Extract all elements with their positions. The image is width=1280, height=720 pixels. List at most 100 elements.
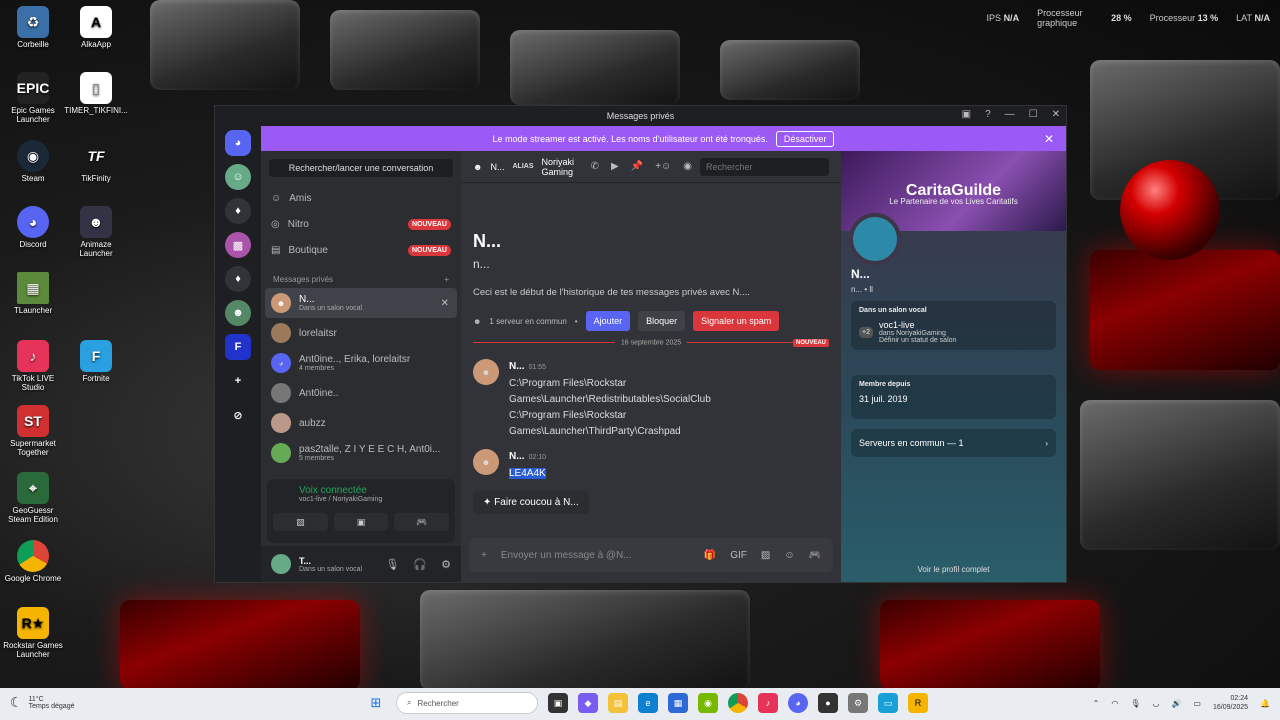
microphone-icon[interactable]: 🎙 bbox=[385, 558, 399, 571]
wave-button[interactable]: ✦ Faire coucou à N... bbox=[473, 491, 589, 514]
desktop-icon-tlauncher[interactable]: ▦ TLauncher bbox=[0, 272, 66, 315]
desktop-icon-supermarket[interactable]: ST Supermarket Together bbox=[0, 405, 66, 457]
volume-icon[interactable]: 🔊 bbox=[1171, 699, 1181, 708]
close-icon[interactable]: ✕ bbox=[1044, 132, 1054, 146]
remote-icon[interactable]: ▭ bbox=[878, 693, 898, 713]
add-server-icon[interactable]: + bbox=[225, 368, 251, 394]
desktop-icon-discord[interactable]: ◕ Discord bbox=[0, 206, 66, 249]
close-dm-icon[interactable]: ✕ bbox=[441, 298, 449, 309]
pin-icon[interactable]: 📌 bbox=[631, 161, 643, 172]
dm-item[interactable]: ☻ N... Dans un salon vocal ✕ bbox=[265, 288, 457, 318]
inbox-icon[interactable]: ▣ bbox=[962, 109, 971, 120]
gif-icon[interactable]: GIF bbox=[730, 550, 747, 561]
nav-nitro[interactable]: ◎ Nitro NOUVEAU bbox=[261, 211, 461, 237]
settings-gear-icon[interactable]: ⚙ bbox=[441, 558, 451, 571]
server-icon[interactable]: ☻ bbox=[225, 300, 251, 326]
desktop-icon-corbeille[interactable]: ♻ Corbeille bbox=[0, 6, 66, 49]
store-icon[interactable]: ▦ bbox=[668, 693, 688, 713]
edge-icon[interactable]: e bbox=[638, 693, 658, 713]
settings-icon[interactable]: ⚙ bbox=[848, 693, 868, 713]
nav-friends[interactable]: ☺ Amis bbox=[261, 185, 461, 211]
server-icon[interactable]: ♦ bbox=[225, 266, 251, 292]
desktop-icon-fortnite[interactable]: F Fortnite bbox=[63, 340, 129, 383]
dm-item[interactable]: pas2talle, Z I Y E E C H, Ant0i... 5 memb… bbox=[261, 438, 461, 468]
activity-icon[interactable]: 🎮 bbox=[809, 550, 821, 561]
profile-icon[interactable]: ◉ bbox=[683, 161, 692, 172]
message[interactable]: ☻ N... 01:55 C:\Program Files\Rockstar Ga… bbox=[473, 359, 711, 440]
file-explorer-icon[interactable]: ▤ bbox=[608, 693, 628, 713]
camera-off-icon[interactable]: ▨ bbox=[273, 513, 328, 531]
profile-avatar[interactable] bbox=[849, 213, 901, 265]
common-servers-text[interactable]: 1 serveur en commun bbox=[489, 317, 566, 326]
help-icon[interactable]: ? bbox=[985, 109, 991, 120]
avatar[interactable] bbox=[271, 554, 291, 574]
block-button[interactable]: Bloquer bbox=[638, 311, 686, 331]
common-servers-card[interactable]: Serveurs en commun — 1 › bbox=[851, 429, 1056, 457]
activity-icon[interactable]: 🎮 bbox=[394, 513, 450, 531]
start-windows-icon[interactable]: ⊞ bbox=[366, 693, 386, 713]
desktop-icon-tiktok[interactable]: ♪ TikTok LIVE Studio bbox=[0, 340, 66, 392]
desktop-icon-rockstar[interactable]: R★ Rockstar Games Launcher bbox=[0, 607, 66, 659]
message[interactable]: ☻ N... 02:10 LE4A4K bbox=[473, 449, 546, 482]
desktop-icon-alkaapp[interactable]: A AlkaApp bbox=[63, 6, 129, 49]
notification-bell-icon[interactable]: 🔔 bbox=[1260, 699, 1270, 708]
desktop-icon-epic[interactable]: EPIC Epic Games Launcher bbox=[0, 72, 66, 124]
copilot-icon[interactable]: ◆ bbox=[578, 693, 598, 713]
desktop-icon-geoguessr[interactable]: ⌖ GeoGuessr Steam Edition bbox=[0, 472, 66, 524]
add-friend-button[interactable]: Ajouter bbox=[585, 311, 631, 331]
server-icon[interactable]: F bbox=[225, 334, 251, 360]
gift-icon[interactable]: 🎁 bbox=[704, 550, 716, 561]
close-window-button[interactable]: ✕ bbox=[1052, 109, 1060, 120]
dm-item[interactable]: aubzz bbox=[261, 408, 461, 438]
desktop-icon-chrome[interactable]: Google Chrome bbox=[0, 540, 66, 583]
add-dm-icon[interactable]: + bbox=[444, 275, 449, 284]
discord-icon[interactable]: ◕ bbox=[788, 693, 808, 713]
attach-plus-icon[interactable]: + bbox=[481, 550, 487, 561]
chevron-up-icon[interactable]: ⌃ bbox=[1093, 699, 1100, 708]
new-badge: NOUVEAU bbox=[407, 218, 451, 230]
report-spam-button[interactable]: Signaler un spam bbox=[693, 311, 780, 331]
emoji-icon[interactable]: ☺ bbox=[784, 550, 794, 561]
mic-icon[interactable]: 🎙 bbox=[1130, 699, 1140, 708]
taskbar-search[interactable]: ⌕ Rechercher bbox=[396, 692, 538, 714]
sticker-icon[interactable]: ▨ bbox=[761, 550, 770, 561]
disable-streamer-button[interactable]: Désactiver bbox=[775, 130, 835, 147]
server-icon[interactable]: ♦ bbox=[225, 198, 251, 224]
minimize-button[interactable]: — bbox=[1005, 109, 1015, 120]
server-icon[interactable]: ▩ bbox=[225, 232, 251, 258]
wifi-icon[interactable]: ◡ bbox=[1152, 699, 1159, 708]
screen-share-icon[interactable]: ▣ bbox=[333, 513, 389, 531]
add-friend-icon[interactable]: +☺ bbox=[655, 161, 671, 172]
network-icon[interactable]: ◠ bbox=[1111, 699, 1118, 708]
dm-item[interactable]: Ant0ine.. bbox=[261, 378, 461, 408]
message-composer[interactable]: + Envoyer un message à @N... 🎁 GIF ▨ ☺ 🎮 bbox=[469, 538, 833, 572]
dm-item[interactable]: ◕ Ant0ine.., Erika, lorelaitsr 4 membres bbox=[261, 348, 461, 378]
headphones-icon[interactable]: 🎧 bbox=[413, 558, 427, 571]
conversation-search[interactable]: Rechercher/lancer une conversation bbox=[269, 159, 453, 177]
chrome-icon[interactable] bbox=[728, 693, 748, 713]
nav-shop[interactable]: ▤ Boutique NOUVEAU bbox=[261, 237, 461, 263]
server-icon[interactable]: ☺ bbox=[225, 164, 251, 190]
battery-icon[interactable]: ▭ bbox=[1193, 699, 1201, 708]
video-icon[interactable]: ▶ bbox=[611, 161, 619, 172]
tiktok-icon[interactable]: ♪ bbox=[758, 693, 778, 713]
task-view-icon[interactable]: ▣ bbox=[548, 693, 568, 713]
desktop-icon-steam[interactable]: ◉ Steam bbox=[0, 140, 66, 183]
explore-icon[interactable]: ⊘ bbox=[225, 402, 251, 428]
maximize-button[interactable]: ☐ bbox=[1029, 109, 1038, 120]
call-icon[interactable]: ✆ bbox=[591, 161, 599, 172]
nvidia-icon[interactable]: ◉ bbox=[698, 693, 718, 713]
chat-search-input[interactable] bbox=[700, 157, 829, 176]
desktop-icon-animaze[interactable]: ☻ Animaze Launcher bbox=[63, 206, 129, 258]
rockstar-icon[interactable]: R bbox=[908, 693, 928, 713]
clock[interactable]: 02:24 16/09/2025 bbox=[1213, 694, 1248, 712]
app-icon[interactable]: ● bbox=[818, 693, 838, 713]
see-full-profile-link[interactable]: Voir le profil complet bbox=[841, 565, 1066, 574]
desktop-icon-tikfinity[interactable]: TF TikFinity bbox=[63, 140, 129, 183]
dm-item[interactable]: lorelaitsr bbox=[261, 318, 461, 348]
home-discord-icon[interactable]: ◕ bbox=[225, 130, 251, 156]
weather-widget[interactable]: ☾ 11°C Temps dégagé bbox=[10, 694, 74, 711]
message-input[interactable]: Envoyer un message à @N... bbox=[501, 550, 632, 561]
voice-card[interactable]: Dans un salon vocal +2 voc1-live dans No… bbox=[851, 301, 1056, 350]
desktop-icon-timer[interactable]: ▯ TIMER_TIKFINI... bbox=[63, 72, 129, 115]
